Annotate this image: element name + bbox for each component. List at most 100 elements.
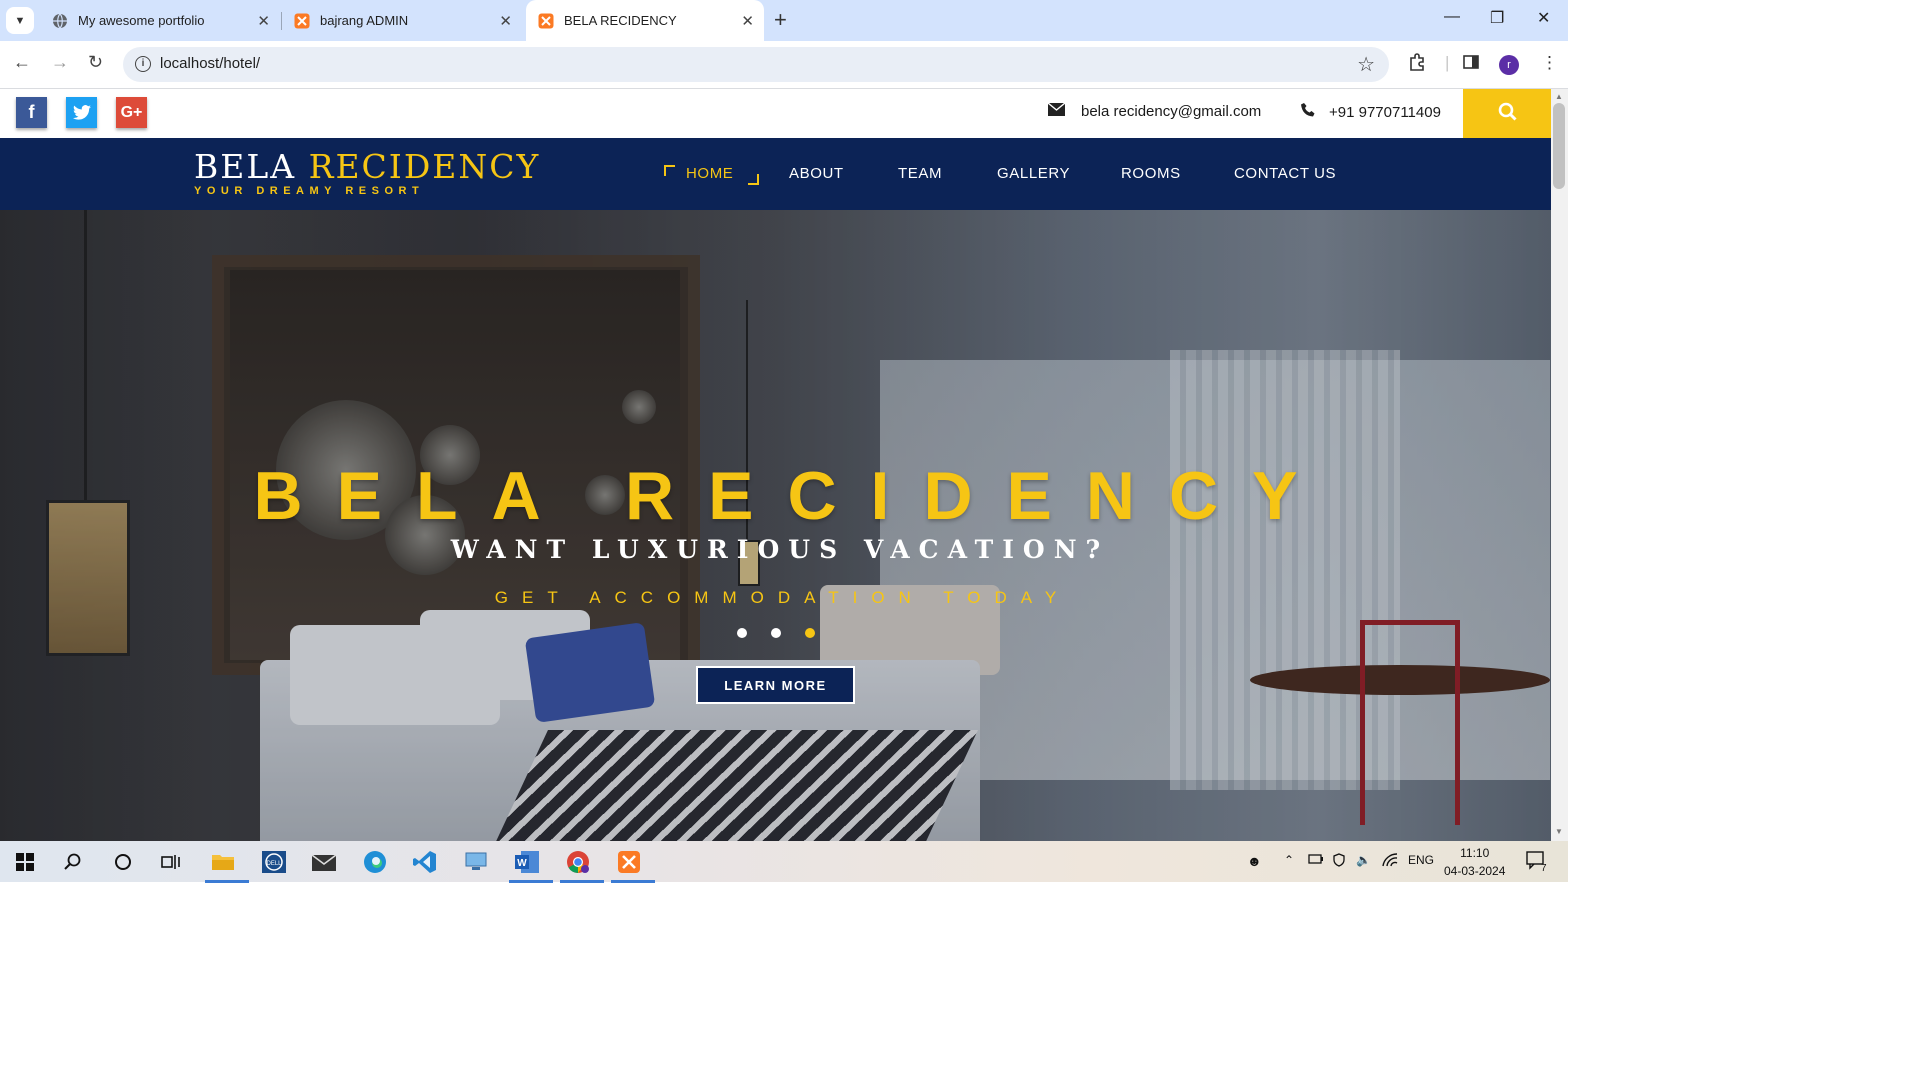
- new-tab-icon[interactable]: +: [774, 8, 787, 32]
- nav-home[interactable]: HOME: [686, 165, 733, 182]
- address-bar[interactable]: i localhost/hotel/ ☆: [123, 47, 1389, 82]
- email-text: bela recidency@gmail.com: [1081, 103, 1262, 120]
- scrollbar-thumb[interactable]: [1553, 103, 1565, 189]
- browser-tab-strip: ▼ My awesome portfolio ✕ bajrang ADMIN ✕…: [0, 0, 1568, 41]
- dell-icon[interactable]: DELL: [261, 849, 287, 875]
- site-topbar: f G+ bela recidency@gmail.com +91 977071…: [0, 89, 1551, 138]
- volume-icon[interactable]: 🔈: [1356, 853, 1371, 867]
- cortana-icon[interactable]: [112, 849, 134, 875]
- active-nav-bracket: [664, 165, 675, 176]
- nav-contact-us[interactable]: CONTACT US: [1234, 165, 1336, 182]
- xampp-icon: [538, 13, 554, 29]
- close-tab-icon[interactable]: ✕: [257, 12, 270, 30]
- search-icon: [1498, 102, 1517, 126]
- bookmark-star-icon[interactable]: ☆: [1357, 52, 1375, 77]
- reload-icon[interactable]: ↻: [88, 52, 103, 73]
- site-logo[interactable]: BELA RECIDENCY: [194, 147, 540, 186]
- logo-tagline: YOUR DREAMY RESORT: [194, 185, 425, 197]
- windows-start-icon[interactable]: [14, 849, 36, 875]
- url-text[interactable]: localhost/hotel/: [160, 55, 260, 72]
- envelope-icon: [1047, 102, 1066, 120]
- close-tab-icon[interactable]: ✕: [741, 12, 754, 30]
- hero-subtitle: WANT LUXURIOUS VACATION?: [450, 535, 1110, 564]
- phone-icon: [1301, 103, 1315, 121]
- tab-portfolio[interactable]: My awesome portfolio ✕: [40, 0, 280, 41]
- running-indicator: [560, 880, 604, 883]
- mail-icon[interactable]: [311, 849, 337, 875]
- globe-icon: [52, 13, 68, 29]
- more-menu-icon[interactable]: ⋮: [1541, 53, 1558, 73]
- close-tab-icon[interactable]: ✕: [499, 12, 512, 30]
- tab-title: BELA RECIDENCY: [564, 13, 677, 28]
- running-indicator: [509, 880, 553, 883]
- svg-text:DELL: DELL: [266, 861, 282, 867]
- page-scrollbar[interactable]: ▲ ▼: [1551, 89, 1568, 841]
- google-plus-icon[interactable]: G+: [116, 97, 147, 128]
- toolbar-divider: |: [1445, 53, 1450, 72]
- hero-tagline: GET ACCOMMODATION TODAY: [494, 588, 1071, 607]
- hero-slider: BELA RECIDENCY WANT LUXURIOUS VACATION? …: [0, 210, 1551, 841]
- extensions-icon[interactable]: [1408, 53, 1426, 76]
- system-clock[interactable]: 11:10 04-03-2024: [1444, 844, 1505, 880]
- hero-title: BELA RECIDENCY: [253, 458, 1332, 534]
- remote-desktop-icon[interactable]: [463, 849, 489, 875]
- running-indicator: [611, 880, 655, 883]
- back-arrow-icon[interactable]: ←: [13, 52, 31, 73]
- language-indicator[interactable]: ENG: [1408, 853, 1434, 867]
- clock-time: 11:10: [1460, 846, 1490, 860]
- tab-bela-recidency[interactable]: BELA RECIDENCY ✕: [526, 0, 764, 41]
- contact-email[interactable]: bela recidency@gmail.com: [1047, 102, 1262, 120]
- chrome-icon[interactable]: [560, 849, 604, 883]
- tab-title: My awesome portfolio: [78, 13, 205, 28]
- side-panel-icon[interactable]: [1462, 53, 1480, 76]
- tab-title: bajrang ADMIN: [320, 13, 409, 28]
- learn-more-button[interactable]: LEARN MORE: [696, 666, 855, 704]
- nav-rooms[interactable]: ROOMS: [1121, 165, 1181, 182]
- battery-icon[interactable]: [1308, 853, 1324, 868]
- clock-date: 04-03-2024: [1444, 864, 1506, 878]
- site-info-icon[interactable]: i: [135, 56, 151, 72]
- running-indicator: [205, 880, 249, 883]
- nav-gallery[interactable]: GALLERY: [997, 165, 1070, 182]
- twitter-icon[interactable]: [66, 97, 97, 128]
- logo-word-1: BELA: [194, 147, 297, 186]
- profile-avatar[interactable]: r: [1499, 55, 1519, 75]
- nav-about[interactable]: ABOUT: [789, 165, 844, 182]
- minimize-icon[interactable]: —: [1444, 8, 1460, 26]
- search-icon[interactable]: [62, 849, 84, 875]
- xampp-icon[interactable]: [611, 849, 655, 883]
- chevron-up-icon[interactable]: ⌃: [1284, 853, 1294, 867]
- scroll-up-icon[interactable]: ▲: [1555, 92, 1563, 101]
- edge-icon[interactable]: [362, 849, 388, 875]
- tab-bajrang-admin[interactable]: bajrang ADMIN ✕: [282, 0, 522, 41]
- nav-team[interactable]: TEAM: [898, 165, 942, 182]
- site-search-button[interactable]: [1463, 89, 1551, 138]
- phone-text: +91 9770711409: [1329, 103, 1441, 121]
- slider-dot-1[interactable]: [737, 628, 747, 638]
- facebook-icon[interactable]: f: [16, 97, 47, 128]
- security-shield-icon[interactable]: [1332, 853, 1346, 870]
- vscode-icon[interactable]: [412, 849, 438, 875]
- browser-toolbar: ← → ↻ i localhost/hotel/ ☆ | r ⋮: [0, 41, 1568, 89]
- slider-dot-2[interactable]: [771, 628, 781, 638]
- file-explorer-icon[interactable]: [205, 849, 249, 883]
- slider-dot-3[interactable]: [805, 628, 815, 638]
- scroll-down-icon[interactable]: ▼: [1555, 827, 1563, 836]
- task-view-icon[interactable]: [160, 849, 182, 875]
- active-nav-bracket: [748, 174, 759, 185]
- site-navbar: BELA RECIDENCY YOUR DREAMY RESORT HOME A…: [0, 138, 1551, 210]
- word-icon[interactable]: W: [509, 849, 553, 883]
- windows-taskbar: DELL W ☻ ⌃ 🔈 ENG 11:10 04-03-2024 7: [0, 841, 1568, 883]
- svg-text:W: W: [517, 858, 527, 869]
- logo-word-2: RECIDENCY: [308, 147, 541, 186]
- notification-count: 7: [1541, 863, 1547, 874]
- forward-arrow-icon[interactable]: →: [51, 52, 69, 73]
- contact-phone[interactable]: +91 9770711409: [1301, 103, 1441, 121]
- wifi-icon[interactable]: [1382, 853, 1398, 870]
- xampp-icon: [294, 13, 310, 29]
- tab-search-button[interactable]: ▼: [6, 7, 34, 34]
- chevron-down-icon: ▼: [14, 14, 26, 27]
- close-window-icon[interactable]: ✕: [1537, 8, 1550, 28]
- restore-icon[interactable]: ❐: [1490, 8, 1504, 28]
- people-icon[interactable]: ☻: [1247, 853, 1262, 869]
